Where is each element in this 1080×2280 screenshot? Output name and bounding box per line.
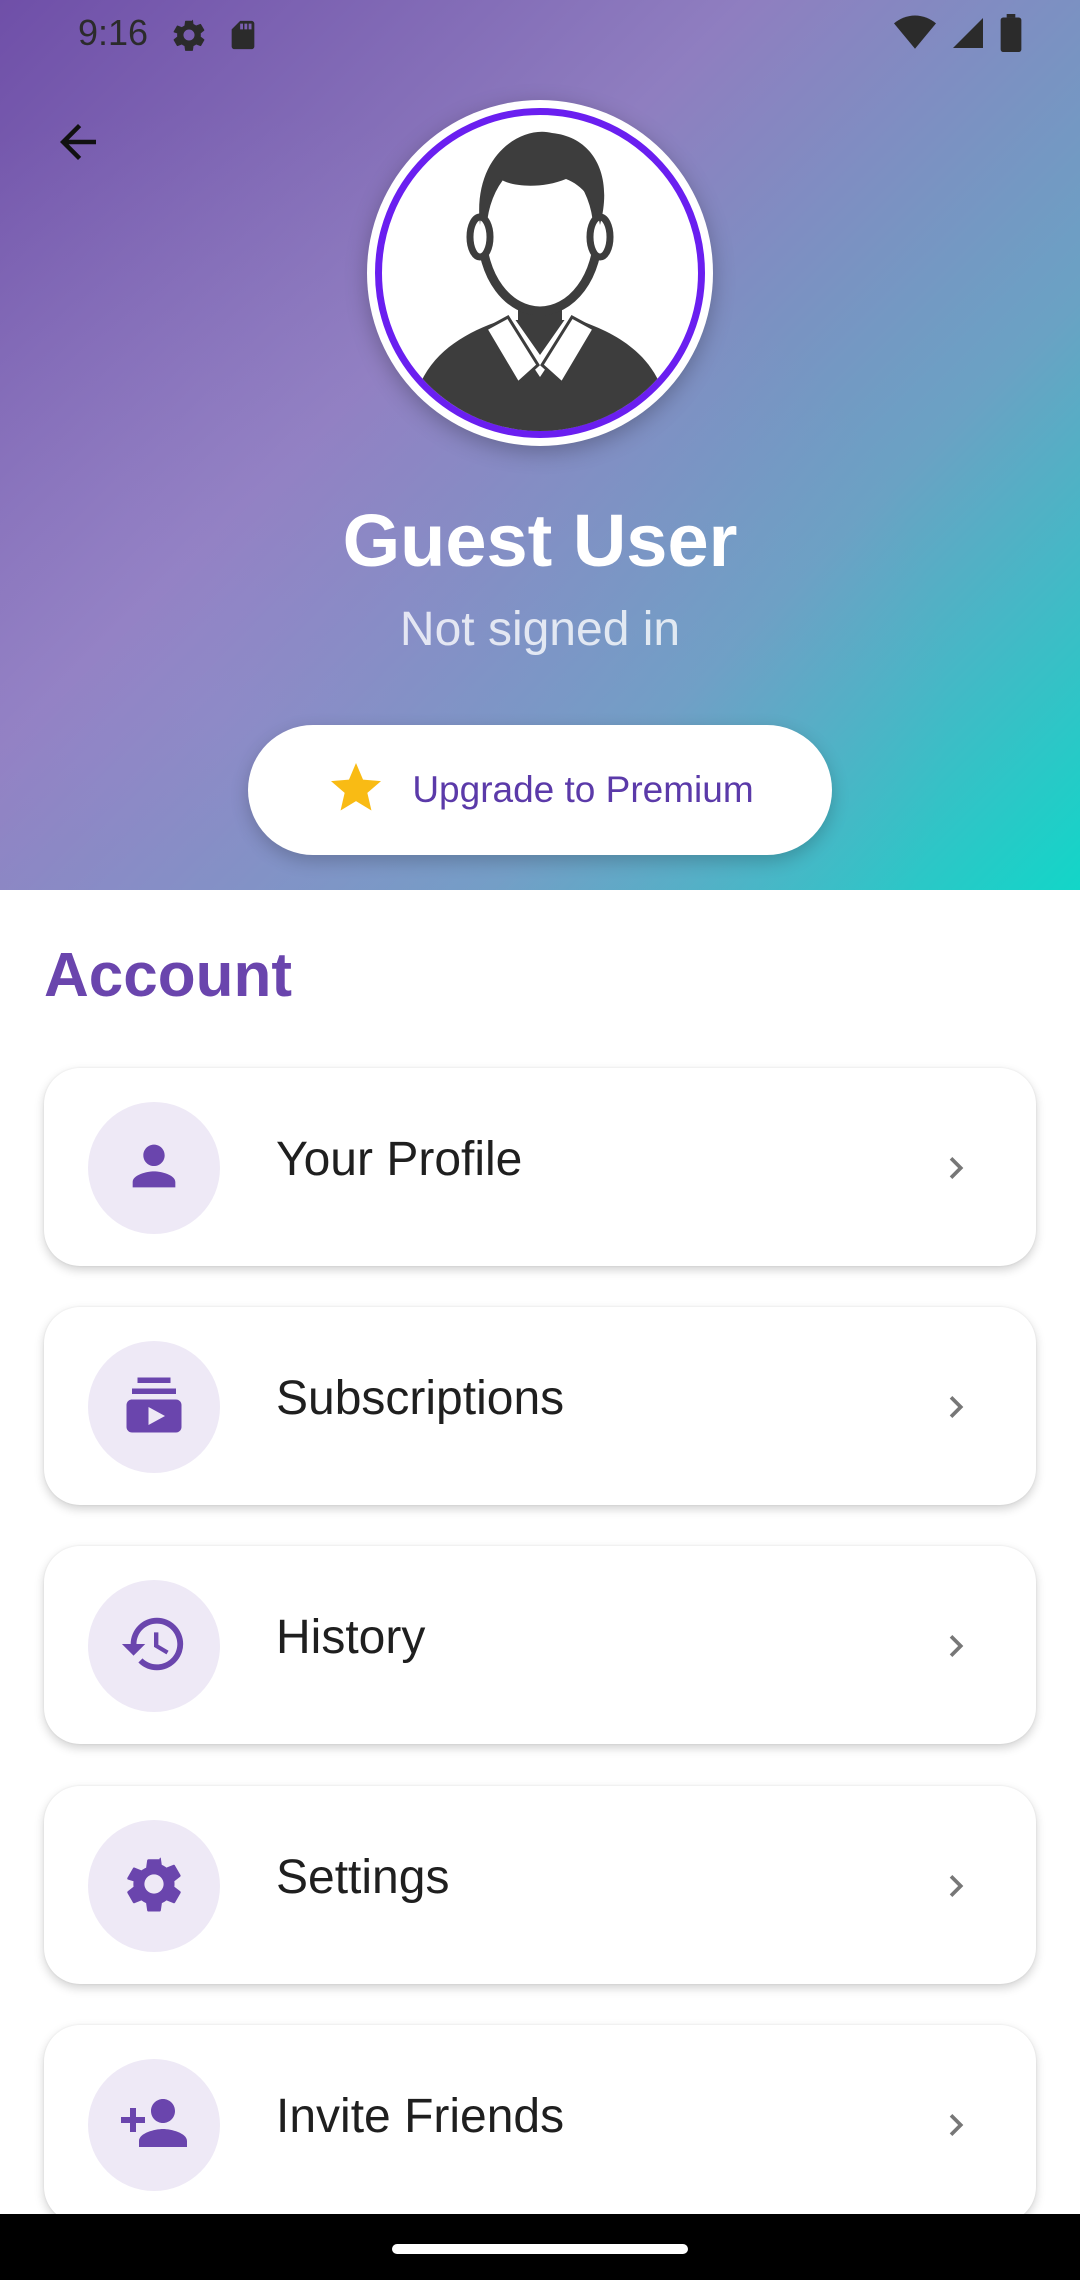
sd-card-icon (226, 16, 260, 59)
chevron-right-icon (932, 2097, 980, 2153)
menu-icon-circle (88, 1341, 220, 1473)
menu-icon-circle (88, 1820, 220, 1952)
profile-status: Not signed in (399, 603, 681, 656)
chevron-right-icon (932, 1858, 980, 1914)
menu-item-subscriptions[interactable]: Subscriptions (44, 1307, 1036, 1505)
menu-item-history[interactable]: History (44, 1546, 1036, 1744)
battery-icon (1000, 14, 1022, 57)
menu-item-label: History (276, 1611, 426, 1664)
back-button[interactable] (46, 112, 110, 176)
person-add-icon (118, 2087, 190, 2164)
history-icon (119, 1609, 189, 1684)
menu-icon-circle (88, 1102, 220, 1234)
menu-item-label: Your Profile (276, 1133, 523, 1186)
chevron-right-icon (932, 1618, 980, 1674)
status-time: 9:16 (78, 12, 149, 53)
gear-icon (121, 1851, 187, 1922)
star-icon (326, 758, 386, 823)
profile-name: Guest User (342, 499, 738, 582)
menu-item-label: Settings (276, 1851, 450, 1904)
status-bar: 9:16 (0, 0, 1080, 70)
system-navigation-bar (0, 2214, 1080, 2280)
menu-item-label: Subscriptions (276, 1372, 565, 1425)
menu-icon-circle (88, 1580, 220, 1712)
menu-item-label: Invite Friends (276, 2090, 565, 2143)
avatar[interactable] (367, 100, 713, 446)
settings-icon (170, 16, 208, 59)
chevron-right-icon (932, 1379, 980, 1435)
menu-item-settings[interactable]: Settings (44, 1786, 1036, 1984)
chevron-right-icon (932, 1140, 980, 1196)
menu-item-invite-friends[interactable]: Invite Friends (44, 2025, 1036, 2223)
menu-item-your-profile[interactable]: Your Profile (44, 1068, 1036, 1266)
upgrade-premium-button[interactable]: Upgrade to Premium (248, 725, 832, 855)
subscriptions-icon (121, 1372, 187, 1443)
home-gesture-handle[interactable] (392, 2244, 688, 2254)
avatar-ring (375, 108, 705, 438)
upgrade-premium-label: Upgrade to Premium (412, 769, 754, 810)
signal-icon (950, 15, 986, 56)
account-section-title: Account (44, 941, 292, 1010)
arrow-back-icon (51, 115, 105, 174)
menu-icon-circle (88, 2059, 220, 2191)
person-icon (122, 1134, 186, 1203)
wifi-icon (894, 15, 936, 56)
